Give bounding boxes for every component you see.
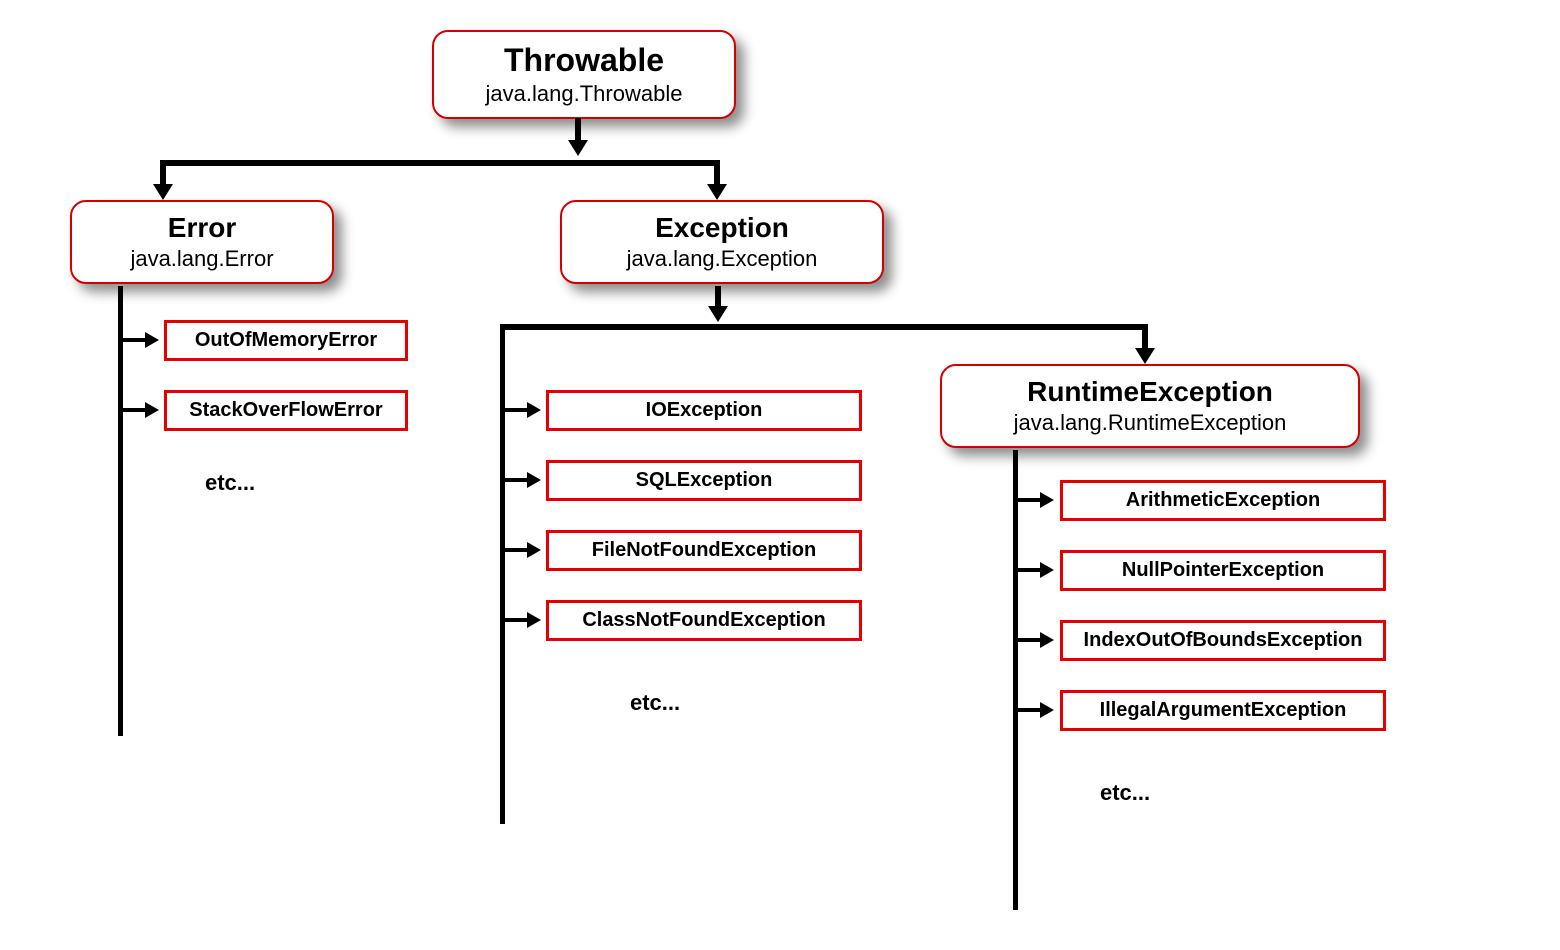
node-runtime-exception: RuntimeException java.lang.RuntimeExcept… [940, 364, 1360, 448]
connector [1018, 638, 1040, 642]
leaf-io-exception: IOException [546, 390, 862, 431]
arrow-down-icon [1135, 348, 1155, 364]
node-error-qualified: java.lang.Error [94, 246, 310, 272]
leaf-null-pointer-exception: NullPointerException [1060, 550, 1386, 591]
arrow-right-icon [145, 332, 159, 348]
arrow-right-icon [1040, 562, 1054, 578]
node-exception-qualified: java.lang.Exception [584, 246, 860, 272]
connector [118, 286, 123, 736]
connector [1018, 708, 1040, 712]
leaf-file-not-found-exception: FileNotFoundException [546, 530, 862, 571]
leaf-sql-exception: SQLException [546, 460, 862, 501]
node-runtime-exception-qualified: java.lang.RuntimeException [964, 410, 1336, 436]
connector [500, 324, 505, 824]
arrow-right-icon [527, 612, 541, 628]
arrow-down-icon [153, 184, 173, 200]
leaf-stack-overflow-error: StackOverFlowError [164, 390, 408, 431]
leaf-arithmetic-exception: ArithmeticException [1060, 480, 1386, 521]
node-error: Error java.lang.Error [70, 200, 334, 284]
connector [505, 548, 527, 552]
connector [1018, 498, 1040, 502]
node-error-title: Error [94, 212, 310, 244]
leaf-illegal-argument-exception: IllegalArgumentException [1060, 690, 1386, 731]
node-throwable: Throwable java.lang.Throwable [432, 30, 736, 119]
node-throwable-qualified: java.lang.Throwable [456, 81, 712, 107]
arrow-right-icon [1040, 492, 1054, 508]
leaf-out-of-memory-error: OutOfMemoryError [164, 320, 408, 361]
arrow-right-icon [1040, 632, 1054, 648]
arrow-right-icon [527, 542, 541, 558]
node-exception-title: Exception [584, 212, 860, 244]
arrow-down-icon [707, 184, 727, 200]
leaf-class-not-found-exception: ClassNotFoundException [546, 600, 862, 641]
node-exception: Exception java.lang.Exception [560, 200, 884, 284]
connector [1018, 568, 1040, 572]
diagram-canvas: Throwable java.lang.Throwable Error java… [0, 0, 1560, 950]
etc-label: etc... [1100, 780, 1150, 806]
connector [500, 324, 1148, 330]
connector [123, 338, 145, 342]
etc-label: etc... [205, 470, 255, 496]
connector [160, 160, 720, 166]
connector [1013, 450, 1018, 910]
arrow-right-icon [1040, 702, 1054, 718]
connector [505, 408, 527, 412]
leaf-index-out-of-bounds-exception: IndexOutOfBoundsException [1060, 620, 1386, 661]
arrow-right-icon [527, 472, 541, 488]
arrow-down-icon [708, 306, 728, 322]
node-throwable-title: Throwable [456, 42, 712, 79]
connector [505, 478, 527, 482]
connector [505, 618, 527, 622]
arrow-down-icon [568, 140, 588, 156]
arrow-right-icon [527, 402, 541, 418]
arrow-right-icon [145, 402, 159, 418]
node-runtime-exception-title: RuntimeException [964, 376, 1336, 408]
connector [123, 408, 145, 412]
etc-label: etc... [630, 690, 680, 716]
